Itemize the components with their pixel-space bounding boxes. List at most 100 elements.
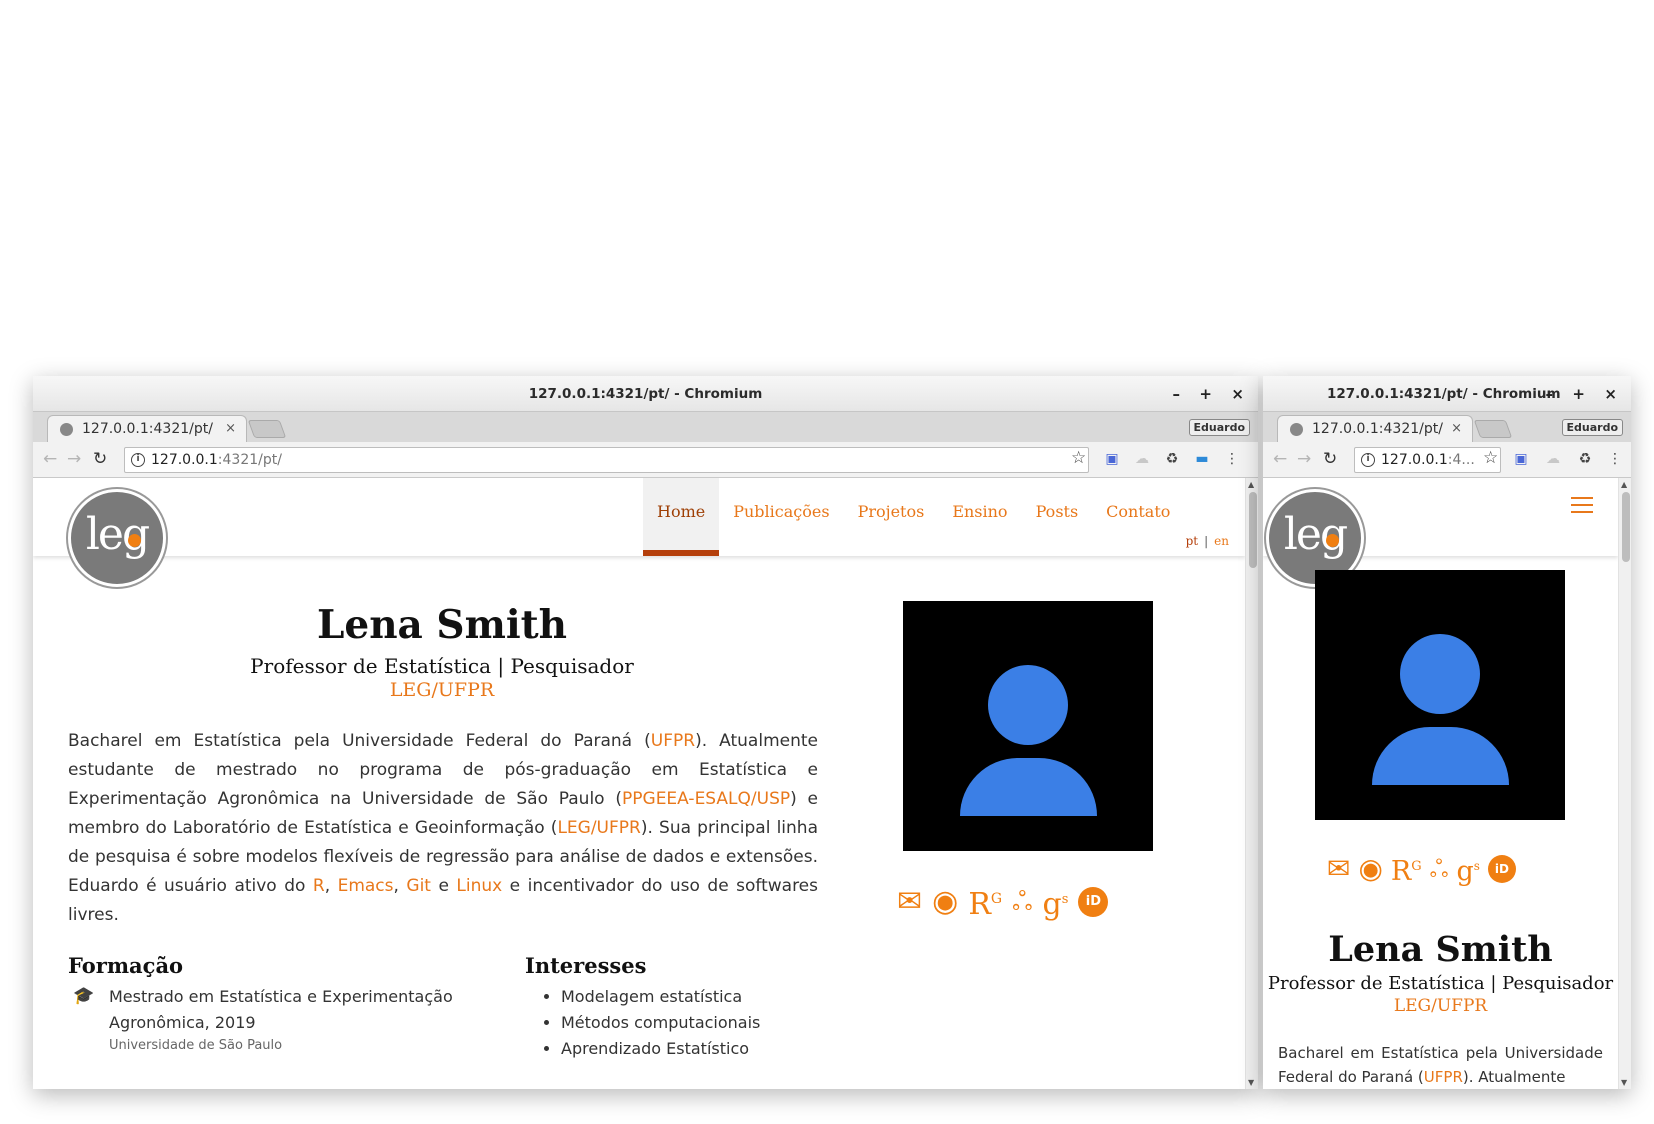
link-ppgeea[interactable]: PPGEEA-ESALQ/USP <box>622 789 790 809</box>
menu-dots-icon[interactable]: ⋮ <box>1606 450 1624 468</box>
address-bar[interactable]: i 127.0.0.1:4321/pt/ <box>124 447 1089 473</box>
scroll-down-icon[interactable]: ▼ <box>1248 1078 1254 1087</box>
profile-button[interactable]: Eduardo <box>1561 419 1623 436</box>
avatar-head-icon <box>988 665 1068 745</box>
close-window-button[interactable]: × <box>1604 376 1617 412</box>
page-content: Home Publicações Projetos Ensino Posts C… <box>33 478 1258 1089</box>
mendeley-icon[interactable]: ஃ <box>1430 855 1449 883</box>
nav-projetos[interactable]: Projetos <box>844 478 939 556</box>
address-bar[interactable]: i 127.0.0.1:4... <box>1354 447 1501 473</box>
interesses-heading: Interesses <box>525 953 647 978</box>
link-emacs[interactable]: Emacs <box>338 876 394 896</box>
reload-icon[interactable]: ↻ <box>1323 449 1337 469</box>
logo-dot <box>128 534 141 547</box>
reload-icon[interactable]: ↻ <box>93 449 107 469</box>
menu-dots-icon[interactable]: ⋮ <box>1223 450 1241 468</box>
close-window-button[interactable]: × <box>1231 376 1244 412</box>
browser-tab[interactable]: 127.0.0.1:4321/pt/ × <box>47 415 247 442</box>
orcid-icon[interactable]: iD <box>1078 887 1109 917</box>
profile-title: Professor de Estatística | Pesquisador <box>250 654 634 678</box>
minimize-button[interactable]: – <box>1173 376 1181 412</box>
nav-home[interactable]: Home <box>643 478 720 556</box>
envelope-icon[interactable]: ✉ <box>1327 855 1350 883</box>
address-path: :4321/pt/ <box>217 452 282 468</box>
nav-posts[interactable]: Posts <box>1022 478 1093 556</box>
recycle-extension-icon[interactable]: ♻ <box>1576 450 1594 468</box>
site-menu: Home Publicações Projetos Ensino Posts C… <box>643 478 1184 556</box>
link-leg-ufpr[interactable]: LEG/UFPR <box>557 818 640 838</box>
link-r[interactable]: R <box>313 876 325 896</box>
translate-extension-icon[interactable]: ▣ <box>1512 450 1530 468</box>
lang-en[interactable]: en <box>1214 534 1229 548</box>
google-scholar-icon[interactable]: gs <box>1043 885 1069 920</box>
social-links: ✉ ◉ RG ஃ gs iD <box>897 884 1109 920</box>
bookmark-star-icon[interactable]: ☆ <box>1071 448 1086 468</box>
list-item: Aprendizado Estatístico <box>561 1036 760 1062</box>
link-linux[interactable]: Linux <box>456 876 502 896</box>
github-icon[interactable]: ◉ <box>932 887 958 917</box>
education-institution: Universidade de São Paulo <box>109 1038 283 1053</box>
minimize-button[interactable]: – <box>1546 376 1554 412</box>
tab-strip: 127.0.0.1:4321/pt/ × Eduardo <box>33 412 1258 442</box>
tab-close-button[interactable]: × <box>1451 416 1462 442</box>
translate-extension-icon[interactable]: ▣ <box>1103 450 1121 468</box>
lang-pt[interactable]: pt <box>1186 534 1199 548</box>
site-info-icon[interactable]: i <box>1361 453 1375 467</box>
scroll-up-icon[interactable]: ▲ <box>1621 480 1627 489</box>
maximize-button[interactable]: + <box>1572 376 1585 412</box>
favicon-icon <box>1290 423 1303 436</box>
github-icon[interactable]: ◉ <box>1358 855 1382 883</box>
window-extension-icon[interactable]: ▬ <box>1193 450 1211 468</box>
formacao-heading: Formação <box>68 953 184 978</box>
interests-list: Modelagem estatística Métodos computacio… <box>525 984 760 1062</box>
list-item: Métodos computacionais <box>561 1010 760 1036</box>
tab-close-button[interactable]: × <box>225 416 236 442</box>
back-arrow-icon[interactable]: ← <box>1273 449 1287 469</box>
page-scrollbar[interactable]: ▲ ▼ <box>1618 478 1631 1089</box>
avatar-image <box>1315 570 1565 820</box>
browser-window-narrow: 127.0.0.1:4321/pt/ - Chromium – + × 127.… <box>1263 376 1631 1089</box>
page-scrollbar[interactable]: ▲ ▼ <box>1245 478 1258 1089</box>
bookmark-star-icon[interactable]: ☆ <box>1483 448 1498 468</box>
scroll-thumb[interactable] <box>1622 492 1630 562</box>
recycle-extension-icon[interactable]: ♻ <box>1163 450 1181 468</box>
new-tab-button[interactable] <box>1473 420 1513 438</box>
researchgate-icon[interactable]: RG <box>968 884 1002 920</box>
back-arrow-icon[interactable]: ← <box>43 449 57 469</box>
researchgate-icon[interactable]: RG <box>1391 853 1422 886</box>
google-scholar-icon[interactable]: gs <box>1456 852 1479 886</box>
profile-name: Lena Smith <box>1328 929 1553 970</box>
new-tab-button[interactable] <box>247 420 287 438</box>
scroll-thumb[interactable] <box>1249 492 1257 568</box>
nav-ensino[interactable]: Ensino <box>938 478 1021 556</box>
cloud-extension-icon[interactable]: ☁ <box>1133 450 1151 468</box>
link-ufpr[interactable]: UFPR <box>651 731 695 751</box>
hamburger-menu-icon[interactable] <box>1571 497 1593 518</box>
nav-publicacoes[interactable]: Publicações <box>719 478 843 556</box>
link-git[interactable]: Git <box>406 876 431 896</box>
browser-tab[interactable]: 127.0.0.1:4321/pt/ × <box>1277 415 1473 442</box>
education-degree: Mestrado em Estatística e Experimentação… <box>109 987 453 1032</box>
nav-contato[interactable]: Contato <box>1092 478 1184 556</box>
scroll-down-icon[interactable]: ▼ <box>1621 1078 1627 1087</box>
link-ufpr[interactable]: UFPR <box>1424 1068 1463 1086</box>
orcid-icon[interactable]: iD <box>1487 855 1516 883</box>
forward-arrow-icon[interactable]: → <box>1297 449 1311 469</box>
browser-toolbar: ← → ↻ i 127.0.0.1:4321/pt/ ☆ ▣ ☁ ♻ ▬ ⋮ <box>33 442 1258 478</box>
profile-affiliation[interactable]: LEG/UFPR <box>66 679 818 701</box>
scroll-up-icon[interactable]: ▲ <box>1248 480 1254 489</box>
page-content: leg ✉ ◉ RG ஃ gs iD Lena Smith Professor … <box>1263 478 1631 1089</box>
profile-affiliation[interactable]: LEG/UFPR <box>1263 996 1618 1016</box>
envelope-icon[interactable]: ✉ <box>897 887 922 917</box>
mendeley-icon[interactable]: ஃ <box>1012 887 1032 917</box>
profile-button[interactable]: Eduardo <box>1188 419 1250 436</box>
forward-arrow-icon[interactable]: → <box>67 449 81 469</box>
address-path: :4... <box>1447 452 1475 468</box>
cloud-extension-icon[interactable]: ☁ <box>1544 450 1562 468</box>
bio-paragraph: Bacharel em Estatística pela Universidad… <box>68 731 819 925</box>
maximize-button[interactable]: + <box>1199 376 1212 412</box>
site-info-icon[interactable]: i <box>131 453 145 467</box>
avatar-body-icon <box>960 758 1097 816</box>
browser-toolbar: ← → ↻ i 127.0.0.1:4... ☆ ▣ ☁ ♻ ⋮ <box>1263 442 1631 478</box>
leg-logo[interactable]: leg <box>68 489 166 587</box>
